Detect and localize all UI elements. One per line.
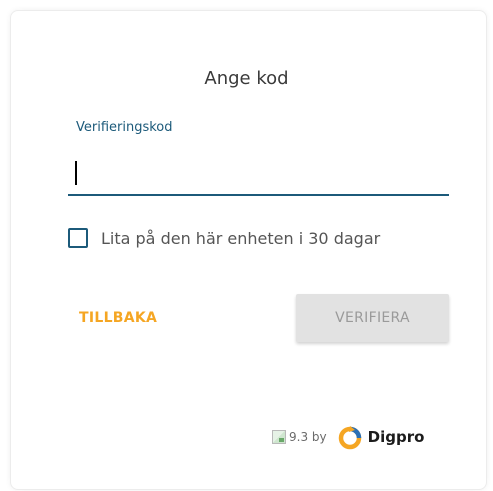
code-field-label: Verifieringskod <box>76 120 173 135</box>
page-title: Ange kod <box>204 68 289 89</box>
verify-button[interactable]: VERIFIERA <box>296 294 449 342</box>
version-text: 9.3 by <box>289 430 327 444</box>
digpro-logo: Digpro <box>337 424 425 450</box>
back-button[interactable]: TILLBAKA <box>79 310 157 326</box>
broken-image-icon <box>272 430 286 444</box>
digpro-logo-icon <box>338 426 361 450</box>
digpro-brand-text: Digpro <box>367 428 425 446</box>
text-cursor <box>75 161 77 185</box>
trust-device-row[interactable]: Lita på den här enheten i 30 dagar <box>68 228 380 248</box>
page: Ange kod Verifieringskod Lita på den här… <box>0 0 493 491</box>
trust-device-label[interactable]: Lita på den här enheten i 30 dagar <box>101 229 380 248</box>
trust-device-checkbox[interactable] <box>68 228 88 248</box>
verification-code-input[interactable] <box>68 150 449 196</box>
footer: 9.3 by Digpro <box>272 424 424 450</box>
